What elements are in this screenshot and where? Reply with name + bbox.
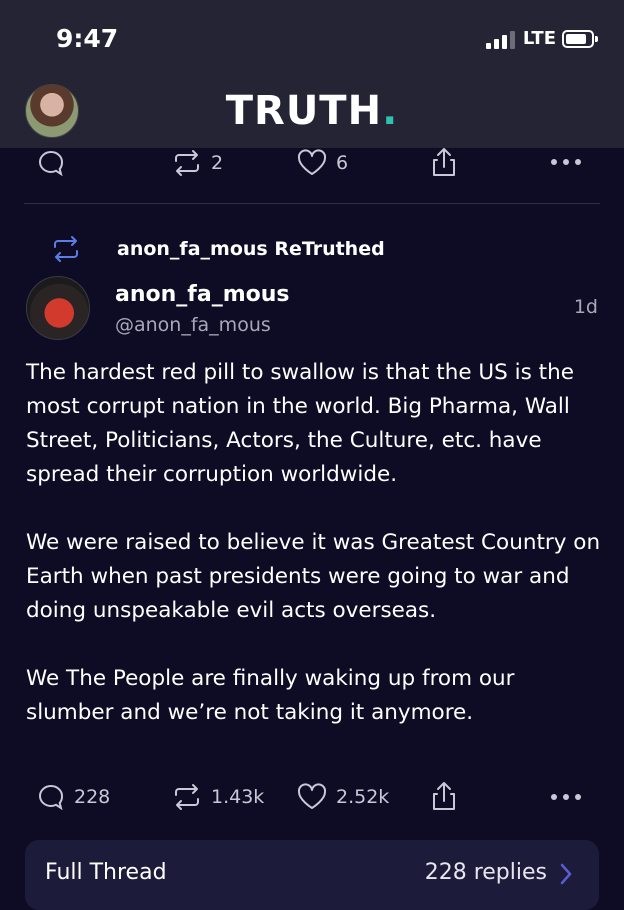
chevron-right-icon [560, 863, 572, 885]
more-button[interactable] [550, 793, 582, 801]
retruth-button[interactable]: 1.43k [171, 782, 264, 812]
previous-post-actions: 2 6 [0, 146, 624, 180]
truth-logo[interactable]: TRUTH. [0, 88, 624, 134]
author-handle[interactable]: @anon_fa_mous [115, 314, 271, 336]
share-button[interactable] [430, 146, 458, 178]
like-count: 2.52k [336, 786, 390, 808]
logo-text: TRUTH [225, 88, 383, 134]
reply-count: 228 [74, 786, 111, 808]
reply-icon [39, 150, 63, 177]
app-header: 9:47 LTE TRUTH. [0, 0, 624, 148]
reply-button[interactable] [36, 148, 66, 178]
post-timestamp: 1d [573, 296, 598, 318]
more-icon [551, 159, 581, 165]
post-body[interactable]: The hardest red pill to swallow is that … [26, 356, 604, 764]
author-avatar[interactable] [26, 276, 90, 340]
more-icon [551, 794, 581, 800]
like-icon [297, 783, 327, 809]
reply-icon [39, 784, 63, 811]
status-indicators: LTE [485, 28, 598, 49]
retruth-button[interactable]: 2 [171, 148, 223, 178]
more-button[interactable] [550, 158, 582, 166]
post-divider [24, 203, 600, 204]
network-label: LTE [522, 28, 556, 49]
share-icon [433, 782, 455, 810]
share-button[interactable] [430, 780, 458, 812]
retruth-indicator: anon_fa_mous ReTruthed [50, 234, 385, 264]
retruth-icon [54, 236, 78, 262]
retruth-icon [175, 784, 199, 810]
retruth-count: 2 [211, 152, 224, 174]
thread-replies-count: 228 replies [424, 860, 547, 885]
battery-icon [562, 29, 598, 48]
post-actions: 228 1.43k 2.52k [0, 778, 624, 816]
status-time: 9:47 [56, 24, 119, 53]
retruth-label[interactable]: anon_fa_mous ReTruthed [117, 238, 385, 260]
logo-dot: . [382, 88, 399, 134]
like-icon [297, 149, 327, 175]
reply-button[interactable]: 228 [36, 782, 110, 812]
post-paragraph: The hardest red pill to swallow is that … [26, 360, 574, 487]
retruth-icon [175, 150, 199, 176]
author-name[interactable]: anon_fa_mous [115, 282, 290, 307]
share-icon [433, 148, 455, 176]
like-button[interactable]: 2.52k [296, 782, 389, 812]
full-thread-label: Full Thread [45, 860, 167, 885]
like-count: 6 [336, 152, 349, 174]
like-button[interactable]: 6 [296, 148, 348, 178]
post-paragraph: We The People are finally waking up from… [26, 666, 515, 725]
signal-icon [485, 29, 515, 49]
post-paragraph: We were raised to believe it was Greates… [26, 530, 601, 623]
retruth-count: 1.43k [211, 786, 265, 808]
